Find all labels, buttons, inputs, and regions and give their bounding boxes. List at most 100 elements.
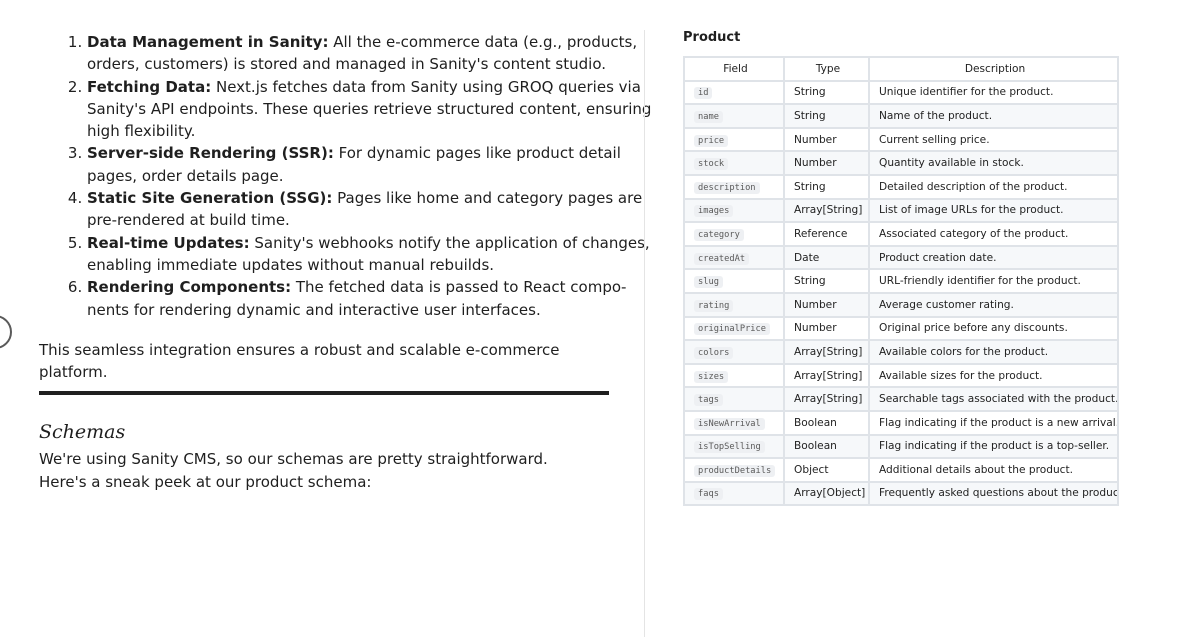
description-cell: Name of the product. [868, 103, 1119, 129]
type-cell: Array[String] [783, 197, 870, 224]
description-cell: Product creation date. [868, 244, 1119, 271]
type-cell: String [783, 79, 870, 106]
description-cell: Flag indicating if the product is a new … [868, 409, 1119, 436]
field-cell: originalPrice [683, 315, 785, 342]
description-cell: Quantity available in stock. [868, 150, 1119, 176]
description-cell: Searchable tags associated with the prod… [868, 386, 1119, 412]
description-cell: Frequently asked questions about the pro… [868, 480, 1119, 507]
type-cell: Array[String] [783, 386, 870, 412]
type-cell: String [783, 173, 870, 200]
list-item: Data Management in Sanity: All the e-com… [87, 31, 657, 76]
column-header-description: Description [868, 56, 1119, 82]
field-cell: name [683, 103, 785, 129]
table-row: description String Detailed description of… [683, 173, 1119, 200]
field-name: faqs [694, 488, 723, 501]
field-cell: slug [683, 268, 785, 294]
field-cell: stock [683, 150, 785, 176]
field-name: category [694, 228, 744, 241]
description-cell: URL-friendly identifier for the product. [868, 268, 1119, 294]
table-row: name String Name of the product. [683, 103, 1119, 129]
field-cell: id [683, 79, 785, 106]
table-row: id String Unique identifier for the produc… [683, 79, 1119, 106]
type-cell: Array[String] [783, 339, 870, 365]
description-cell: Average customer rating. [868, 291, 1119, 318]
field-name: productDetails [694, 464, 776, 477]
product-schema-table: Field Type Description id String Unique id… [683, 56, 1119, 507]
field-name: price [694, 134, 729, 147]
field-cell: faqs [683, 480, 785, 507]
type-cell: Number [783, 315, 870, 342]
step-term: Server-side Rendering (SSR): [87, 144, 334, 163]
section-intro: We're using Sanity CMS, so our schemas a… [39, 450, 548, 491]
field-cell: isNewArrival [683, 409, 785, 436]
field-name: isNewArrival [694, 417, 765, 430]
step-term: Data Management in Sanity: [87, 33, 329, 51]
type-cell: Array[Object] [783, 480, 870, 507]
field-name: images [694, 205, 734, 218]
table-title: Product [683, 30, 741, 45]
type-cell: Boolean [783, 409, 870, 436]
field-cell: rating [683, 291, 785, 318]
section-divider [39, 391, 609, 395]
table-row: images Array[String] List of image URLs fo… [683, 197, 1119, 224]
list-item: Rendering Components: The fetched data i… [87, 276, 657, 321]
list-item: Fetching Data: Next.js fetches data from… [87, 76, 657, 143]
description-cell: Flag indicating if the product is a top-… [868, 433, 1119, 460]
type-cell: Number [783, 291, 870, 318]
field-name: name [694, 110, 723, 123]
table-row: colors Array[String] Available colors for … [683, 339, 1119, 365]
list-item: Static Site Generation (SSG): Pages like… [87, 187, 657, 232]
field-cell: createdAt [683, 244, 785, 271]
table-row: isNewArrival Boolean Flag indicating if th… [683, 409, 1119, 436]
field-cell: description [683, 173, 785, 200]
table-row: tags Array[String] Searchable tags associa… [683, 386, 1119, 412]
table-body: id String Unique identifier for the produc… [683, 79, 1119, 507]
field-name: sizes [694, 370, 729, 383]
type-cell: Boolean [783, 433, 870, 460]
step-term: Static Site Generation (SSG): [87, 189, 333, 208]
description-cell: Detailed description of the product. [868, 173, 1119, 200]
type-cell: String [783, 103, 870, 129]
description-cell: Unique identifier for the product. [868, 79, 1119, 106]
type-cell: Array[String] [783, 362, 870, 389]
field-cell: tags [683, 386, 785, 412]
table-row: createdAt Date Product creation date. [683, 244, 1119, 271]
field-name: rating [694, 299, 734, 312]
list-item: Real-time Updates: Sanity's webhooks not… [87, 232, 657, 277]
field-cell: category [683, 221, 785, 247]
table-row: sizes Array[String] Available sizes for th… [683, 362, 1119, 389]
summary-paragraph: This seamless integration ensures a robu… [39, 341, 560, 381]
field-name: id [694, 87, 713, 100]
table-header-row: Field Type Description [683, 56, 1119, 82]
field-name: tags [694, 394, 723, 407]
field-cell: price [683, 126, 785, 153]
description-cell: Available sizes for the product. [868, 362, 1119, 389]
table-row: stock Number Quantity available in stock. [683, 150, 1119, 176]
table-row: productDetails Object Additional details a… [683, 457, 1119, 483]
type-cell: Date [783, 244, 870, 271]
type-cell: String [783, 268, 870, 294]
type-cell: Reference [783, 221, 870, 247]
list-item: Server-side Rendering (SSR): For dynamic… [87, 142, 657, 187]
field-name: originalPrice [694, 323, 770, 336]
description-cell: Available colors for the product. [868, 339, 1119, 365]
section-heading: Schemas [39, 421, 126, 443]
description-cell: Additional details about the product. [868, 457, 1119, 483]
field-cell: productDetails [683, 457, 785, 483]
table-row: isTopSelling Boolean Flag indicating if th… [683, 433, 1119, 460]
field-cell: images [683, 197, 785, 224]
integration-steps-list: Data Management in Sanity: All the e-com… [40, 31, 657, 321]
table-row: rating Number Average customer rating. [683, 291, 1119, 318]
field-cell: isTopSelling [683, 433, 785, 460]
page-divider [644, 30, 645, 637]
type-cell: Number [783, 150, 870, 176]
field-name: description [694, 181, 760, 194]
page-scroll-handle[interactable] [0, 315, 12, 349]
type-cell: Number [783, 126, 870, 153]
field-name: isTopSelling [694, 441, 765, 454]
column-header-field: Field [683, 56, 785, 82]
description-cell: Original price before any discounts. [868, 315, 1119, 342]
description-cell: Current selling price. [868, 126, 1119, 153]
description-cell: List of image URLs for the product. [868, 197, 1119, 224]
table-row: category Reference Associated category of … [683, 221, 1119, 247]
